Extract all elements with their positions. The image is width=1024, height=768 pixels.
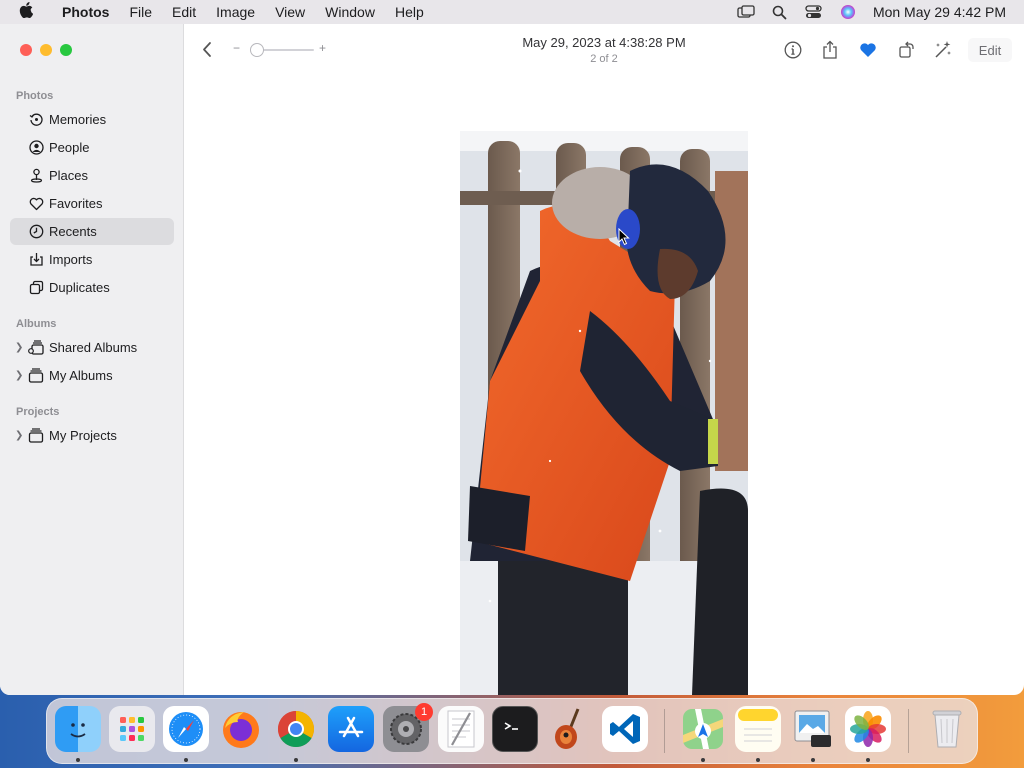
duplicates-icon bbox=[26, 280, 46, 295]
back-chevron-icon[interactable] bbox=[202, 41, 212, 63]
sidebar-item-label: People bbox=[49, 140, 90, 155]
sidebar-item-memories[interactable]: Memories bbox=[10, 106, 174, 133]
dock-photos-icon[interactable] bbox=[845, 706, 891, 752]
share-icon[interactable] bbox=[820, 40, 840, 60]
chevron-right-icon[interactable]: ❯ bbox=[15, 342, 23, 353]
favorite-heart-icon[interactable] bbox=[858, 40, 878, 60]
sidebar-item-label: Imports bbox=[49, 252, 93, 267]
sidebar-item-label: Recents bbox=[49, 224, 97, 239]
sidebar-item-label: My Projects bbox=[49, 428, 117, 443]
screen-mirroring-icon[interactable] bbox=[729, 5, 763, 19]
menu-app-name[interactable]: Photos bbox=[52, 4, 119, 20]
menu-edit[interactable]: Edit bbox=[162, 4, 206, 20]
menu-window[interactable]: Window bbox=[315, 4, 385, 20]
dock-launchpad-icon[interactable] bbox=[109, 706, 155, 752]
dock-running-indicator bbox=[756, 758, 760, 762]
dock-firefox-icon[interactable] bbox=[218, 706, 264, 752]
dock-finder-icon[interactable] bbox=[55, 706, 101, 752]
sidebar-item-shared-albums[interactable]: ❯ Shared Albums bbox=[10, 334, 174, 361]
dock-preview-icon[interactable] bbox=[790, 706, 836, 752]
sidebar: Photos Memories People Places Favorites bbox=[0, 24, 184, 695]
menu-image[interactable]: Image bbox=[206, 4, 265, 20]
spotlight-search-icon[interactable] bbox=[763, 5, 797, 20]
dock-notes-icon[interactable] bbox=[735, 706, 781, 752]
dock-running-indicator bbox=[294, 758, 298, 762]
photo-position-counter: 2 of 2 bbox=[590, 53, 618, 65]
project-icon bbox=[26, 428, 46, 443]
places-icon bbox=[26, 168, 46, 183]
sidebar-section-photos: Photos bbox=[16, 90, 54, 102]
rotate-icon[interactable] bbox=[897, 40, 917, 60]
sidebar-item-recents[interactable]: Recents bbox=[10, 218, 174, 245]
menu-file[interactable]: File bbox=[119, 4, 162, 20]
dock-running-indicator bbox=[184, 758, 188, 762]
sidebar-item-my-projects[interactable]: ❯ My Projects bbox=[10, 422, 174, 449]
zoom-out-button[interactable]: − bbox=[233, 41, 240, 55]
menubar-clock[interactable]: Mon May 29 4:42 PM bbox=[873, 4, 1006, 20]
edit-button[interactable]: Edit bbox=[968, 38, 1012, 62]
minimize-window-button[interactable] bbox=[40, 44, 52, 56]
dock-running-indicator bbox=[701, 758, 705, 762]
sidebar-item-my-albums[interactable]: ❯ My Albums bbox=[10, 362, 174, 389]
people-icon bbox=[26, 140, 46, 155]
heart-icon bbox=[26, 197, 46, 211]
shared-albums-icon bbox=[26, 340, 46, 355]
menu-bar: Photos File Edit Image View Window Help … bbox=[0, 0, 1024, 24]
dock-trash-icon[interactable] bbox=[924, 706, 970, 752]
dock-separator bbox=[908, 709, 909, 753]
mouse-cursor-icon bbox=[618, 227, 630, 251]
sidebar-item-label: Places bbox=[49, 168, 89, 183]
sidebar-item-duplicates[interactable]: Duplicates bbox=[10, 274, 174, 301]
photos-window: Photos Memories People Places Favorites bbox=[0, 24, 1024, 695]
auto-enhance-icon[interactable] bbox=[933, 40, 953, 60]
chevron-right-icon[interactable]: ❯ bbox=[15, 430, 23, 441]
sidebar-item-label: My Albums bbox=[49, 368, 113, 383]
menu-help[interactable]: Help bbox=[385, 4, 434, 20]
control-center-icon[interactable] bbox=[797, 5, 831, 19]
import-icon bbox=[26, 252, 46, 267]
apple-menu-icon[interactable] bbox=[0, 1, 52, 23]
close-window-button[interactable] bbox=[20, 44, 32, 56]
memories-icon bbox=[26, 112, 46, 127]
zoom-window-button[interactable] bbox=[60, 44, 72, 56]
dock-app-store-icon[interactable] bbox=[328, 706, 374, 752]
chevron-right-icon[interactable]: ❯ bbox=[15, 370, 23, 381]
sidebar-section-albums: Albums bbox=[16, 318, 57, 330]
dock-safari-icon[interactable] bbox=[163, 706, 209, 752]
dock-running-indicator bbox=[866, 758, 870, 762]
dock-maps-icon[interactable] bbox=[680, 706, 726, 752]
photo-date-title: May 29, 2023 at 4:38:28 PM bbox=[522, 35, 686, 50]
zoom-slider-knob[interactable] bbox=[250, 43, 264, 57]
dock-running-indicator bbox=[76, 758, 80, 762]
sidebar-item-label: Memories bbox=[49, 112, 107, 127]
sidebar-item-label: Favorites bbox=[49, 196, 103, 211]
menu-view[interactable]: View bbox=[265, 4, 315, 20]
dock-textedit-icon[interactable] bbox=[438, 706, 484, 752]
album-icon bbox=[26, 368, 46, 383]
dock: 1 bbox=[46, 698, 978, 764]
notification-badge: 1 bbox=[415, 703, 433, 721]
toolbar: − + May 29, 2023 at 4:38:28 PM 2 of 2 Ed… bbox=[184, 24, 1024, 76]
sidebar-item-label: Shared Albums bbox=[49, 340, 138, 355]
sidebar-item-places[interactable]: Places bbox=[10, 162, 174, 189]
photo-title-block: May 29, 2023 at 4:38:28 PM 2 of 2 bbox=[484, 35, 724, 65]
dock-terminal-icon[interactable] bbox=[492, 706, 538, 752]
dock-instruments-icon[interactable] bbox=[547, 706, 593, 752]
sidebar-item-label: Duplicates bbox=[49, 280, 110, 295]
photo-viewer-image[interactable] bbox=[460, 131, 748, 695]
zoom-in-button[interactable]: + bbox=[319, 41, 326, 55]
dock-chrome-icon[interactable] bbox=[273, 706, 319, 752]
dock-separator bbox=[664, 709, 665, 753]
sidebar-item-imports[interactable]: Imports bbox=[10, 246, 174, 273]
window-controls bbox=[20, 44, 72, 56]
dock-running-indicator bbox=[811, 758, 815, 762]
info-icon[interactable] bbox=[783, 40, 803, 60]
sidebar-item-people[interactable]: People bbox=[10, 134, 174, 161]
sidebar-item-favorites[interactable]: Favorites bbox=[10, 190, 174, 217]
clock-icon bbox=[26, 224, 46, 239]
dock-vscode-icon[interactable] bbox=[602, 706, 648, 752]
sidebar-section-projects: Projects bbox=[16, 406, 60, 418]
siri-icon[interactable] bbox=[831, 4, 865, 20]
